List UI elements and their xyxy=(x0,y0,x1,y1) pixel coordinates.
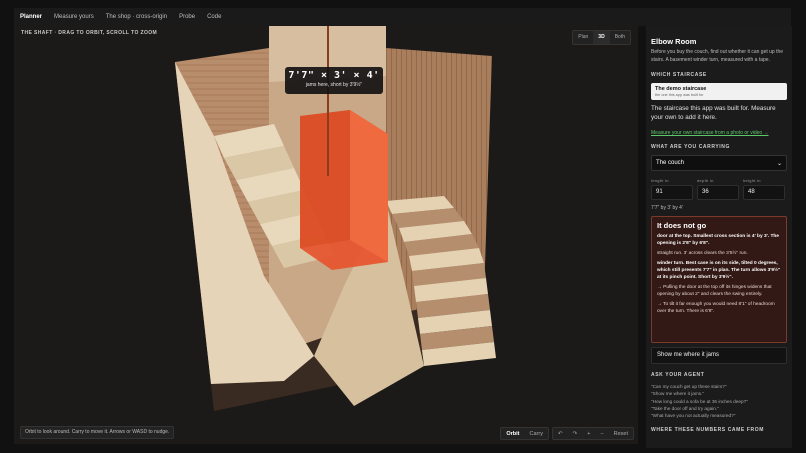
dimensions-main: 7'7" × 3' × 4' xyxy=(288,70,380,81)
demo-staircase-title: The demo staircase xyxy=(655,86,707,92)
result-alert: It does not go door at the top. Smallest… xyxy=(651,216,787,343)
length-field: length in 91 xyxy=(651,178,693,200)
agent-question[interactable]: "How long could a sofa be at 36 inches d… xyxy=(651,398,787,405)
panel-intro: Before you buy the couch, find out wheth… xyxy=(651,49,784,63)
rotate-left-icon[interactable]: ↶ xyxy=(553,428,568,439)
viewport-caption: The shaft · drag to orbit, scroll to zoo… xyxy=(21,30,158,36)
orbit-button[interactable]: Orbit xyxy=(501,428,524,439)
view-both-button[interactable]: Both xyxy=(610,31,630,44)
zoom-out-icon[interactable]: − xyxy=(595,428,608,439)
result-tip-tilt: → To tilt it far enough you would need 8… xyxy=(657,302,775,314)
reset-button[interactable]: Reset xyxy=(609,428,633,439)
result-straight-run: straight run. 3' across clears the 3'5½"… xyxy=(657,251,748,256)
carry-button[interactable]: Carry xyxy=(525,428,548,439)
staircase-text: The staircase this app was built for. Me… xyxy=(651,105,776,121)
measure-own-link[interactable]: Measure your own staircase from a photo … xyxy=(651,130,787,136)
result-tip-door: → Pulling the door at the top off its hi… xyxy=(657,285,772,297)
rotate-right-icon[interactable]: ↷ xyxy=(568,428,583,439)
agent-question[interactable]: "Take the door off and try again." xyxy=(651,405,787,412)
top-nav: Planner Measure yours The shop · cross-o… xyxy=(14,8,791,26)
agent-question[interactable]: "What have you not actually measured?" xyxy=(651,412,787,419)
dimensions-sub: jams here, short by 3'9½" xyxy=(305,82,363,88)
panel-title: Elbow Room xyxy=(651,37,697,46)
depth-field: depth in 36 xyxy=(697,178,739,200)
tab-code[interactable]: Code xyxy=(201,8,227,26)
mode-toggle: Orbit Carry xyxy=(500,427,549,440)
tab-measure-yours[interactable]: Measure yours xyxy=(48,8,100,26)
dimension-fields: length in 91 depth in 36 height in 48 xyxy=(651,178,787,200)
view-3d-button[interactable]: 3D xyxy=(593,31,610,44)
height-field: height in 48 xyxy=(743,178,785,200)
controls-hint: Orbit to look around. Carry to move it. … xyxy=(20,426,175,439)
depth-input[interactable]: 36 xyxy=(697,185,739,200)
agent-heading: Ask your agent xyxy=(651,372,705,378)
demo-staircase-sub: the one this app was built for xyxy=(655,93,704,97)
shaft-viewport[interactable]: The shaft · drag to orbit, scroll to zoo… xyxy=(14,26,638,444)
dimensions-label: 7'7" × 3' × 4' jams here, short by 3'9½" xyxy=(285,67,383,94)
view-plan-button[interactable]: Plan xyxy=(573,31,593,44)
height-label: height in xyxy=(743,178,761,183)
result-winder: winder turn. Best case is on its side, t… xyxy=(657,261,781,280)
zoom-in-icon[interactable]: + xyxy=(582,428,595,439)
chevron-down-icon: ⌄ xyxy=(776,160,782,167)
tab-the-shop[interactable]: The shop · cross-origin xyxy=(100,8,173,26)
length-input[interactable]: 91 xyxy=(651,185,693,200)
tab-planner[interactable]: Planner xyxy=(14,8,48,26)
which-staircase-heading: Which staircase xyxy=(651,72,707,78)
carrying-heading: What are you carrying xyxy=(651,144,730,150)
agent-questions: "Can my couch get up these stairs?" "Sho… xyxy=(651,383,787,419)
view-mode-toggle: Plan 3D Both xyxy=(572,30,631,45)
numbers-source-heading: Where these numbers came from xyxy=(651,427,764,434)
bottom-controls: Orbit Carry ↶ ↷ + − Reset xyxy=(500,427,634,440)
result-title: It does not go xyxy=(657,221,707,230)
side-panel: Elbow Room Before you buy the couch, fin… xyxy=(646,26,792,448)
dimension-readout: 7'7" by 3' by 4' xyxy=(651,205,683,211)
carry-select-value: The couch xyxy=(656,160,685,166)
nudge-controls: ↶ ↷ + − Reset xyxy=(551,427,634,440)
agent-question[interactable]: "Can my couch get up these stairs?" xyxy=(651,383,787,390)
depth-label: depth in xyxy=(697,178,714,183)
height-input[interactable]: 48 xyxy=(743,185,785,200)
tab-probe[interactable]: Probe xyxy=(173,8,201,26)
demo-staircase-card[interactable]: The demo staircase the one this app was … xyxy=(651,83,787,100)
show-jam-button[interactable]: Show me where it jams xyxy=(651,347,787,364)
length-label: length in xyxy=(651,178,669,183)
carry-select[interactable]: The couch ⌄ xyxy=(651,155,787,171)
result-door: door at the top. Smallest cross section … xyxy=(657,234,779,246)
agent-question[interactable]: "Show me where it jams." xyxy=(651,390,787,397)
